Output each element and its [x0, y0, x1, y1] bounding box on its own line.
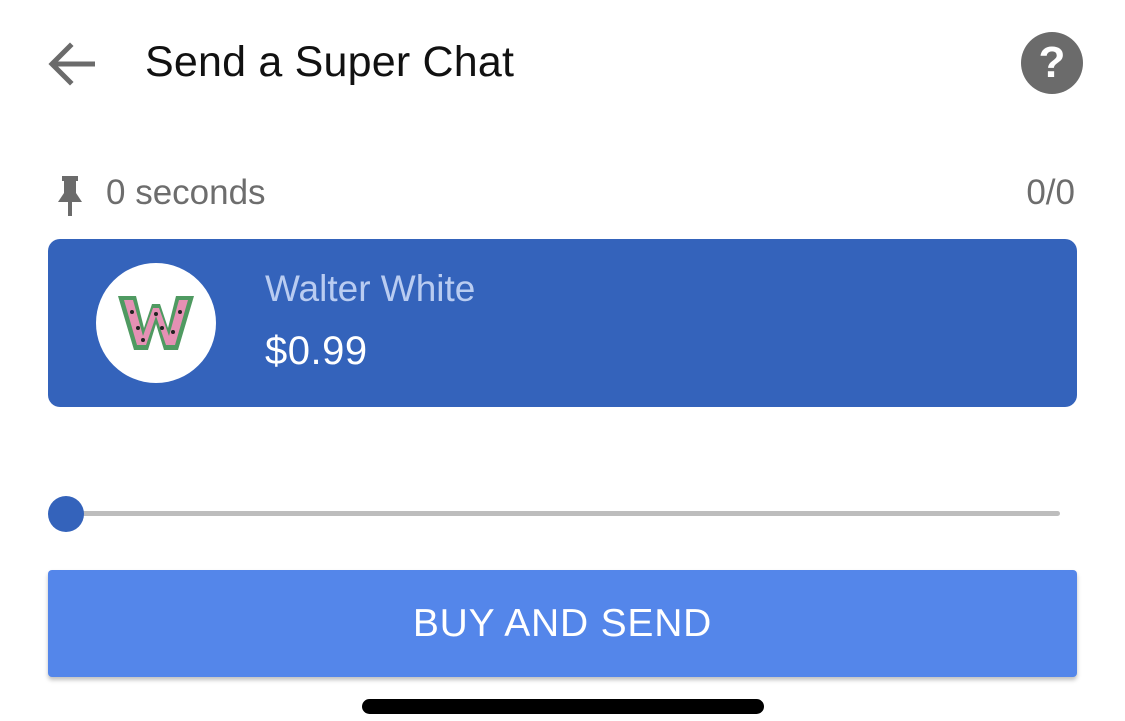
back-button[interactable] — [38, 30, 106, 98]
slider-track[interactable] — [66, 511, 1060, 516]
avatar — [96, 263, 216, 383]
character-counter: 0/0 — [1026, 173, 1075, 212]
pin-duration-text: 0 seconds — [106, 173, 266, 212]
help-button[interactable]: ? — [1021, 32, 1083, 94]
watermelon-w-avatar — [118, 296, 194, 350]
slider-thumb[interactable] — [48, 496, 84, 532]
pin-icon — [58, 176, 82, 216]
page-title: Send a Super Chat — [145, 38, 515, 86]
buy-and-send-button[interactable]: BUY AND SEND — [48, 570, 1077, 677]
header: Send a Super Chat ? — [0, 0, 1125, 125]
duration-row: 0 seconds 0/0 — [0, 168, 1125, 218]
super-chat-amount: $0.99 — [265, 329, 368, 373]
arrow-left-icon — [48, 42, 95, 86]
commenter-name: Walter White — [265, 268, 476, 309]
super-chat-preview-card: Walter White $0.99 — [48, 239, 1077, 407]
help-circle-icon: ? — [1038, 38, 1066, 87]
amount-slider[interactable] — [48, 492, 1060, 536]
home-indicator — [362, 699, 764, 714]
